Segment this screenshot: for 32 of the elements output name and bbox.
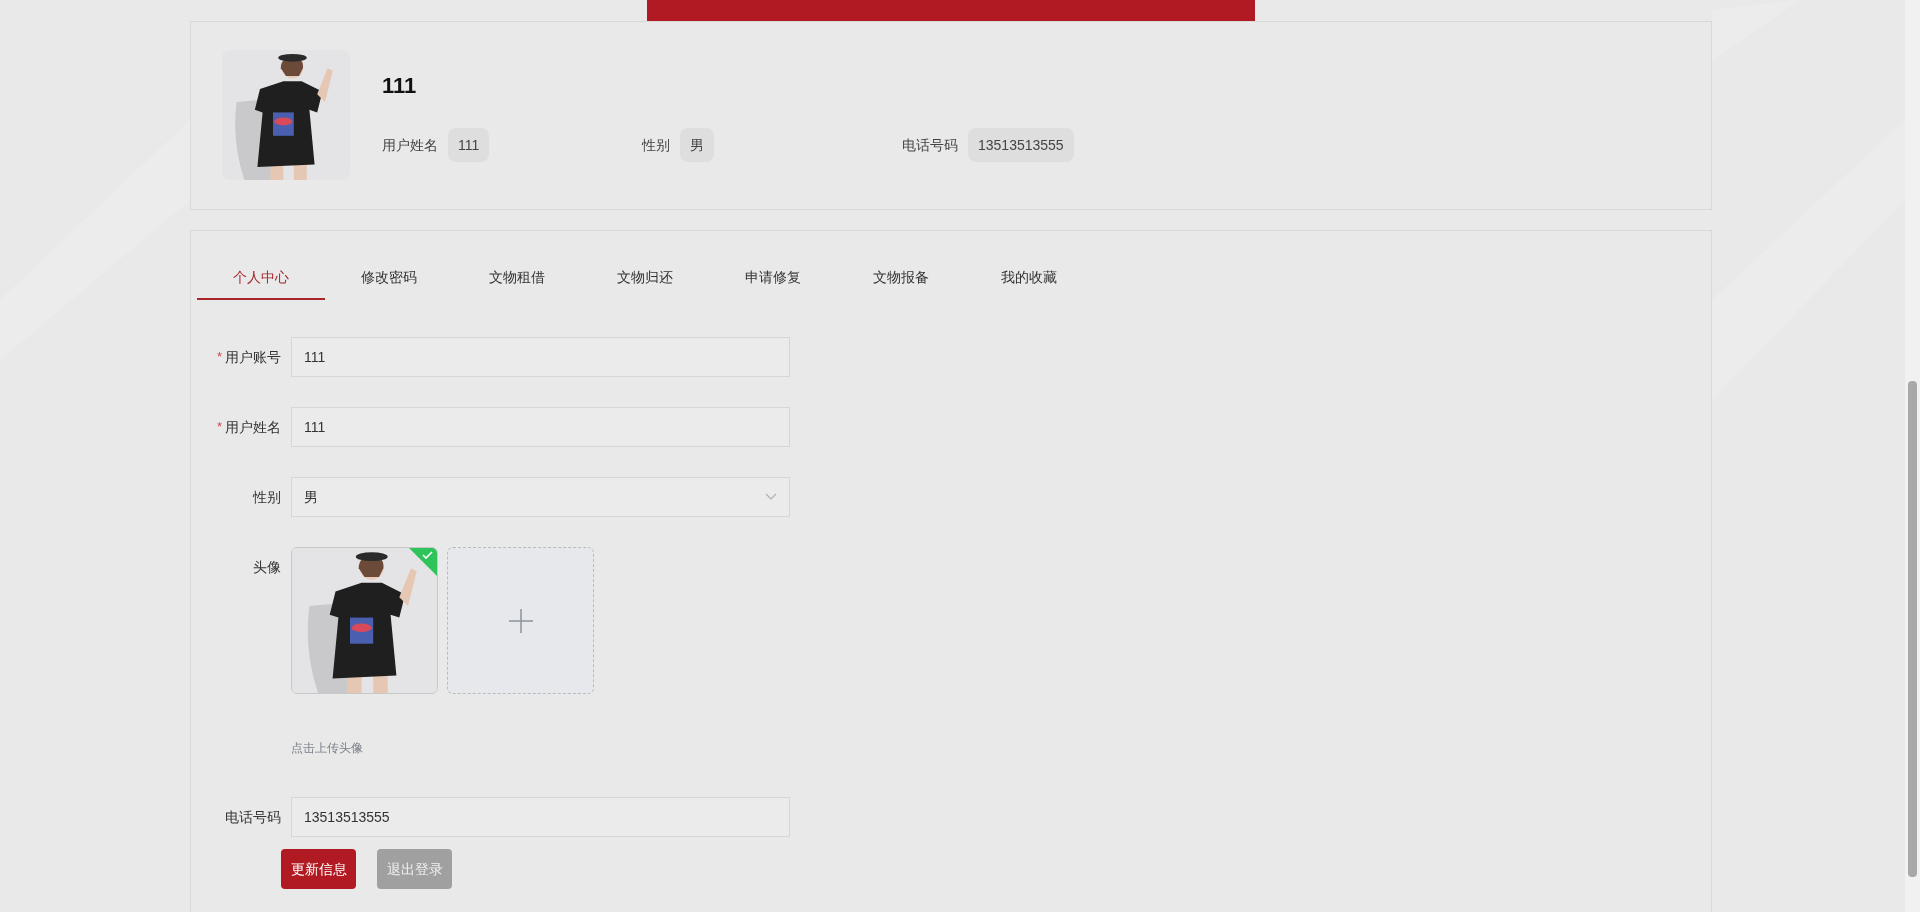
tab[interactable]: 文物租借 [453,256,581,300]
upload-hint: 点击上传头像 [291,740,364,757]
input-field[interactable]: 111 [291,337,790,377]
info-value: 13513513555 [968,128,1074,162]
input-field[interactable]: 111 [291,407,790,447]
input-field[interactable]: 13513513555 [291,797,790,837]
info-value: 111 [448,128,490,162]
plus-icon [508,608,533,633]
tab[interactable]: 文物报备 [837,256,965,300]
tab[interactable]: 文物归还 [581,256,709,300]
update-button[interactable]: 更新信息 [281,849,356,889]
select-field[interactable]: 男 [291,477,790,517]
upload-box[interactable] [447,547,594,694]
tab[interactable]: 个人中心 [197,256,325,300]
scrollbar-thumb[interactable] [1908,381,1917,877]
field-label: 用户姓名 [225,417,281,437]
tab[interactable]: 修改密码 [325,256,453,300]
field-label: 性别 [253,487,281,507]
info-label: 电话号码 [902,135,958,155]
required-mark: * [216,418,222,437]
chevron-down-icon [765,493,777,501]
user-name: 111 [382,72,418,100]
field-label: 用户账号 [225,347,281,367]
info-value: 男 [680,128,714,162]
scrollbar[interactable] [1905,0,1920,912]
tab[interactable]: 我的收藏 [965,256,1093,300]
info-label: 性别 [642,135,670,155]
tab[interactable]: 申请修复 [709,256,837,300]
field-label: 电话号码 [225,807,281,827]
required-mark: * [216,348,222,367]
field-label: 头像 [253,557,281,577]
info-label: 用户姓名 [382,135,438,155]
